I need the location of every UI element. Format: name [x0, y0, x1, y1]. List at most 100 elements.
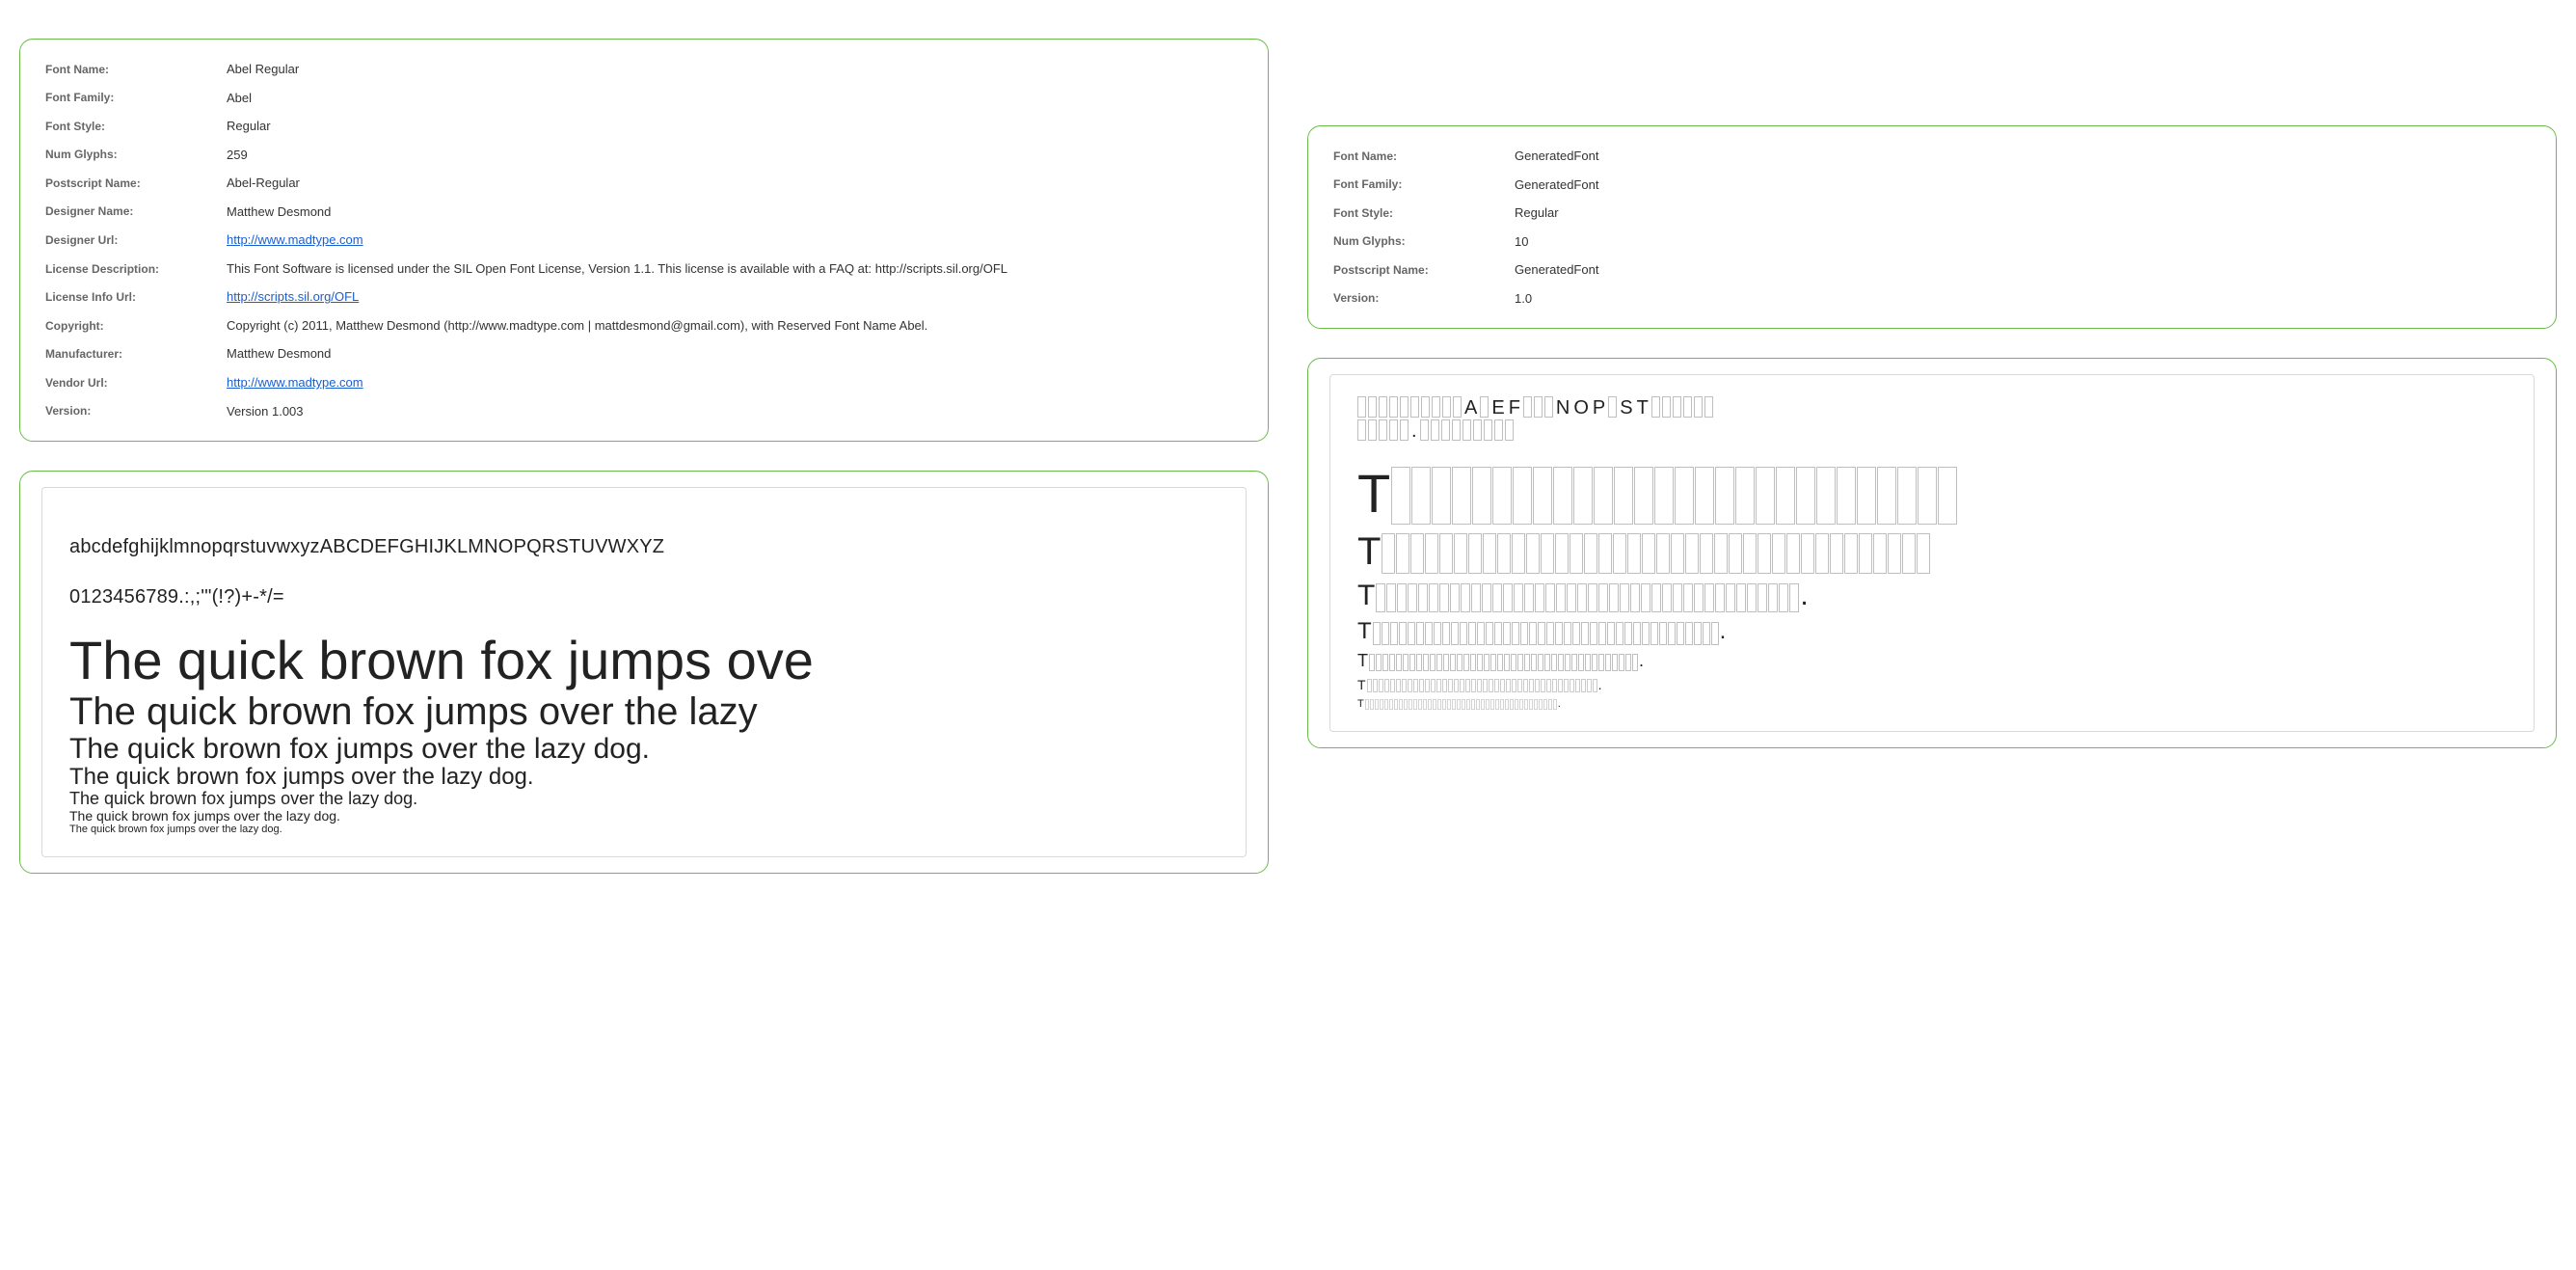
- meta-link[interactable]: http://www.madtype.com: [227, 232, 363, 247]
- present-glyph: .: [1410, 421, 1418, 441]
- missing-glyph-box: [1512, 679, 1516, 692]
- meta-row: Font Family:Abel: [41, 84, 1247, 113]
- present-glyph: A: [1463, 398, 1478, 418]
- missing-glyph-box: [1605, 654, 1611, 671]
- missing-glyph-box: [1704, 396, 1713, 418]
- waterfall-block: The quick brown fox jumps ove The quick …: [69, 631, 1219, 835]
- missing-glyph-box: [1815, 533, 1829, 574]
- waterfall-lead-T: T: [1357, 530, 1381, 574]
- missing-glyph-box: [1386, 583, 1396, 612]
- missing-glyph-box: [1703, 622, 1710, 645]
- missing-glyph-box: [1555, 622, 1563, 645]
- missing-glyph-box: [1409, 654, 1415, 671]
- missing-glyph-box: [1373, 679, 1378, 692]
- missing-glyph-box: [1382, 622, 1389, 645]
- right-meta-table: Font Name:GeneratedFontFont Family:Gener…: [1329, 142, 2535, 312]
- missing-glyph-box: [1442, 622, 1450, 645]
- left-meta-table: Font Name:Abel RegularFont Family:AbelFo…: [41, 55, 1247, 425]
- missing-glyph-box: [1531, 654, 1537, 671]
- missing-glyph-box: [1545, 583, 1555, 612]
- missing-glyph-box: [1641, 583, 1650, 612]
- missing-glyph-box: [1462, 419, 1471, 441]
- missing-glyph-box: [1642, 622, 1650, 645]
- missing-glyph-box: [1539, 699, 1543, 710]
- missing-glyph-box: [1816, 467, 1836, 525]
- missing-glyph-box: [1529, 699, 1533, 710]
- missing-glyph-box: [1483, 679, 1488, 692]
- missing-glyph-box: [1938, 467, 1957, 525]
- missing-glyph-box: [1397, 583, 1407, 612]
- meta-row: License Description:This Font Software i…: [41, 255, 1247, 284]
- missing-glyph-box: [1382, 533, 1395, 574]
- gen-waterfall-block: TTT.T.T.T.T.: [1357, 462, 2507, 710]
- missing-glyph-box: [1529, 679, 1534, 692]
- missing-glyph-box: [1620, 583, 1629, 612]
- meta-row: Font Style:Regular: [1329, 199, 2535, 228]
- gen-charset-line: .: [1357, 419, 2507, 441]
- missing-glyph-box: [1399, 622, 1407, 645]
- missing-glyph-box: [1584, 533, 1597, 574]
- gen-waterfall-line: T.: [1357, 698, 2507, 710]
- missing-glyph-box: [1614, 467, 1633, 525]
- missing-glyph-box: [1432, 396, 1440, 418]
- meta-value: Matthew Desmond: [223, 198, 1247, 227]
- meta-link[interactable]: http://www.madtype.com: [227, 375, 363, 390]
- missing-glyph-box: [1441, 419, 1450, 441]
- missing-glyph-box: [1453, 396, 1462, 418]
- missing-glyph-box: [1413, 699, 1417, 710]
- missing-glyph-box: [1633, 622, 1641, 645]
- missing-glyph-box: [1897, 467, 1917, 525]
- missing-glyph-box: [1590, 622, 1597, 645]
- missing-glyph-box: [1454, 533, 1467, 574]
- meta-row: Designer Name:Matthew Desmond: [41, 198, 1247, 227]
- meta-label: Designer Name:: [41, 198, 223, 227]
- missing-glyph-box: [1685, 533, 1699, 574]
- waterfall-trailing-period: .: [1558, 698, 1561, 710]
- missing-glyph-box: [1642, 533, 1655, 574]
- meta-row: License Info Url:http://scripts.sil.org/…: [41, 283, 1247, 311]
- missing-glyph-box: [1408, 583, 1417, 612]
- missing-glyph-box: [1473, 419, 1482, 441]
- missing-glyph-box: [1396, 654, 1402, 671]
- missing-glyph-box: [1668, 622, 1676, 645]
- missing-glyph-box: [1437, 699, 1441, 710]
- waterfall-trailing-period: .: [1598, 677, 1602, 692]
- missing-glyph-box: [1389, 396, 1398, 418]
- missing-glyph-box: [1439, 533, 1453, 574]
- missing-glyph-box: [1662, 396, 1671, 418]
- meta-value: 1.0: [1511, 284, 2535, 313]
- missing-glyph-box: [1673, 396, 1681, 418]
- missing-glyph-box: [1917, 533, 1930, 574]
- missing-glyph-box: [1419, 679, 1424, 692]
- present-glyph: N: [1555, 398, 1570, 418]
- missing-glyph-box: [1587, 679, 1592, 692]
- missing-glyph-box: [1494, 622, 1502, 645]
- missing-glyph-box: [1598, 622, 1606, 645]
- missing-glyph-box: [1546, 679, 1551, 692]
- missing-glyph-box: [1505, 699, 1509, 710]
- meta-link[interactable]: http://scripts.sil.org/OFL: [227, 289, 359, 304]
- missing-glyph-box: [1656, 533, 1670, 574]
- missing-glyph-box: [1480, 396, 1489, 418]
- waterfall-lead-T: T: [1357, 698, 1364, 710]
- missing-glyph-box: [1715, 467, 1734, 525]
- missing-glyph-box: [1776, 467, 1795, 525]
- missing-glyph-box: [1390, 679, 1395, 692]
- meta-row: Font Style:Regular: [41, 112, 1247, 141]
- missing-glyph-box: [1577, 583, 1587, 612]
- missing-glyph-box: [1598, 533, 1612, 574]
- missing-glyph-box: [1654, 467, 1674, 525]
- missing-glyph-box: [1463, 654, 1469, 671]
- missing-glyph-box: [1533, 467, 1552, 525]
- missing-glyph-box: [1396, 533, 1409, 574]
- missing-glyph-box: [1789, 583, 1799, 612]
- missing-glyph-box: [1541, 679, 1545, 692]
- missing-glyph-box: [1524, 583, 1534, 612]
- missing-glyph-box: [1389, 654, 1395, 671]
- missing-glyph-box: [1436, 679, 1441, 692]
- missing-glyph-box: [1772, 533, 1785, 574]
- missing-glyph-box: [1673, 583, 1682, 612]
- missing-glyph-box: [1396, 679, 1401, 692]
- missing-glyph-box: [1779, 583, 1788, 612]
- missing-glyph-box: [1685, 622, 1693, 645]
